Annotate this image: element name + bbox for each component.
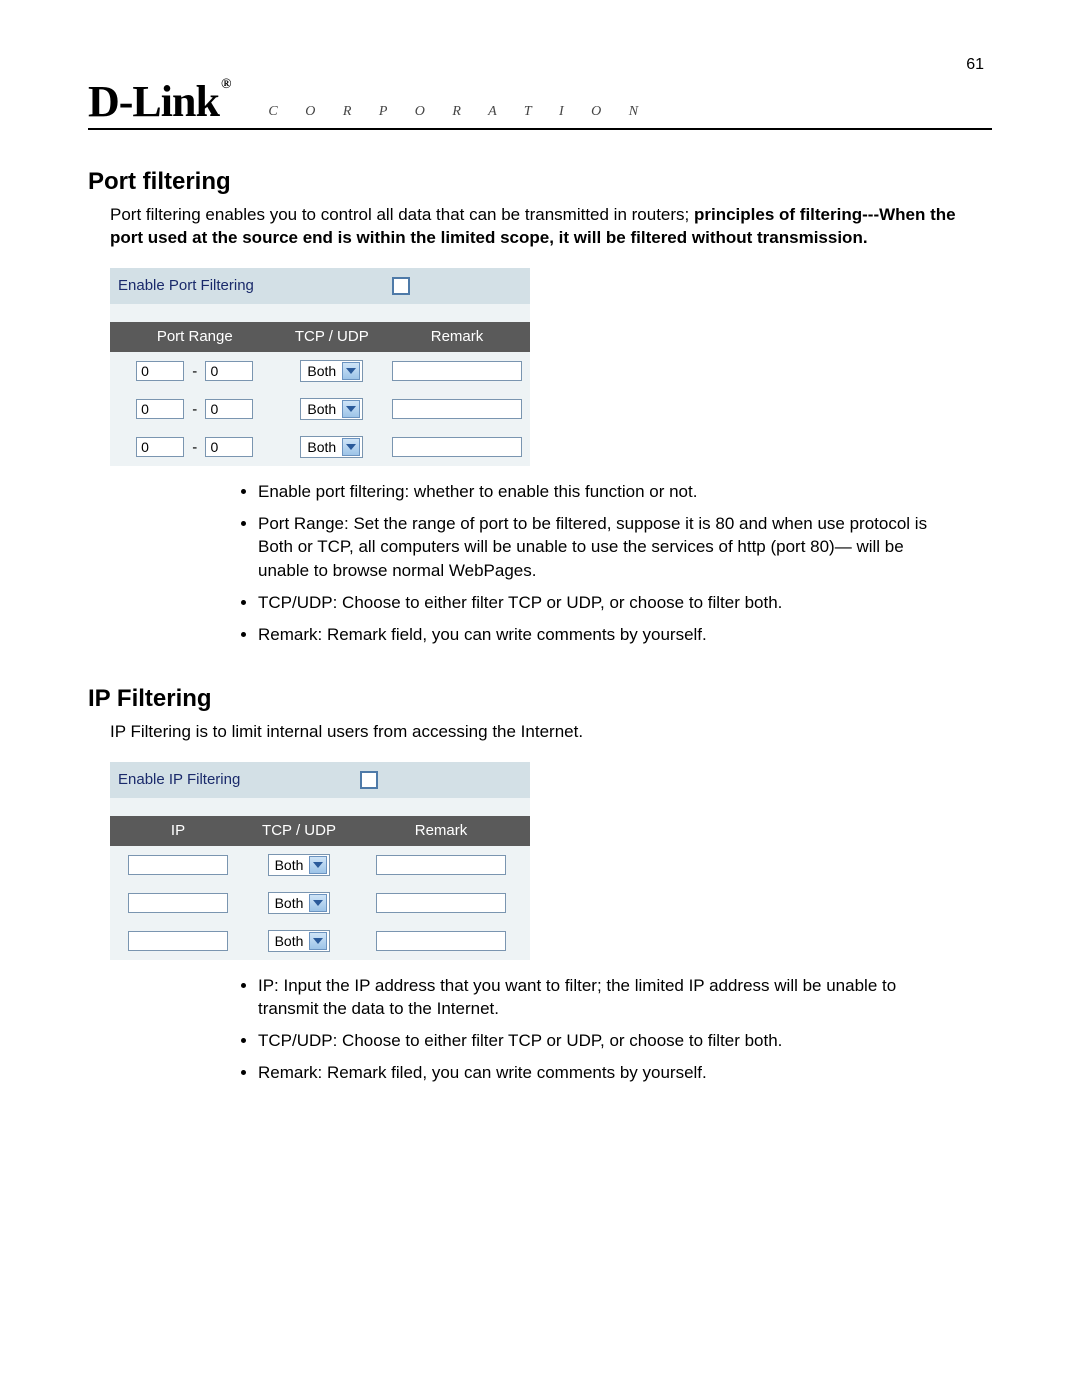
protocol-value: Both <box>275 933 304 949</box>
table-spacer <box>110 798 530 816</box>
ip-filtering-table: Enable IP Filtering IP TCP / UDP Remark … <box>110 762 530 960</box>
list-item: Remark: Remark filed, you can write comm… <box>258 1061 992 1085</box>
list-item: TCP/UDP: Choose to either filter TCP or … <box>258 1029 992 1053</box>
protocol-select[interactable]: Both <box>300 360 363 382</box>
port-filtering-heading: Port filtering <box>88 168 992 196</box>
table-row: - Both <box>110 428 530 466</box>
protocol-select[interactable]: Both <box>300 436 363 458</box>
range-separator: - <box>192 439 197 456</box>
table-row: Both <box>110 884 530 922</box>
remark-input[interactable] <box>376 893 506 913</box>
brand-subtitle: C O R P O R A T I O N <box>268 104 650 124</box>
col-remark: Remark <box>352 816 530 846</box>
ip-input[interactable] <box>128 893 228 913</box>
port-filtering-table: Enable Port Filtering Port Range TCP / U… <box>110 268 530 466</box>
port-filtering-intro-plain: Port filtering enables you to control al… <box>110 205 694 224</box>
protocol-value: Both <box>307 401 336 417</box>
table-row: Both <box>110 846 530 884</box>
table-row: - Both <box>110 352 530 390</box>
col-port-range: Port Range <box>110 322 280 352</box>
port-to-input[interactable] <box>205 437 253 457</box>
protocol-value: Both <box>275 857 304 873</box>
list-item: Remark: Remark field, you can write comm… <box>258 623 992 647</box>
list-item: IP: Input the IP address that you want t… <box>258 974 992 1022</box>
protocol-value: Both <box>307 363 336 379</box>
enable-port-filtering-checkbox[interactable] <box>392 277 410 295</box>
ip-filtering-intro: IP Filtering is to limit internal users … <box>110 721 992 744</box>
col-ip: IP <box>110 816 246 846</box>
table-row: - Both <box>110 390 530 428</box>
chevron-down-icon <box>309 894 327 912</box>
chevron-down-icon <box>309 856 327 874</box>
chevron-down-icon <box>342 438 360 456</box>
range-separator: - <box>192 401 197 418</box>
remark-input[interactable] <box>376 931 506 951</box>
remark-input[interactable] <box>392 361 522 381</box>
port-from-input[interactable] <box>136 437 184 457</box>
port-from-input[interactable] <box>136 361 184 381</box>
ip-input[interactable] <box>128 855 228 875</box>
brand-logo: D-Link® <box>88 80 228 124</box>
protocol-value: Both <box>275 895 304 911</box>
port-filtering-bullets: Enable port filtering: whether to enable… <box>88 480 992 647</box>
brand-header: D-Link® C O R P O R A T I O N <box>88 80 992 130</box>
chevron-down-icon <box>342 362 360 380</box>
enable-port-filtering-label: Enable Port Filtering <box>110 268 384 304</box>
protocol-select[interactable]: Both <box>268 930 331 952</box>
protocol-value: Both <box>307 439 336 455</box>
enable-ip-filtering-checkbox[interactable] <box>360 771 378 789</box>
protocol-select[interactable]: Both <box>268 892 331 914</box>
protocol-select[interactable]: Both <box>268 854 331 876</box>
port-to-input[interactable] <box>205 361 253 381</box>
enable-ip-filtering-label: Enable IP Filtering <box>110 762 352 798</box>
table-spacer <box>110 304 530 322</box>
header-divider <box>88 128 992 130</box>
list-item: Enable port filtering: whether to enable… <box>258 480 992 504</box>
port-filtering-intro: Port filtering enables you to control al… <box>110 204 992 250</box>
chevron-down-icon <box>309 932 327 950</box>
range-separator: - <box>192 363 197 380</box>
protocol-select[interactable]: Both <box>300 398 363 420</box>
port-from-input[interactable] <box>136 399 184 419</box>
col-remark: Remark <box>384 322 530 352</box>
ip-input[interactable] <box>128 931 228 951</box>
registered-mark-icon: ® <box>221 77 230 92</box>
col-tcp-udp: TCP / UDP <box>280 322 384 352</box>
remark-input[interactable] <box>392 399 522 419</box>
list-item: TCP/UDP: Choose to either filter TCP or … <box>258 591 992 615</box>
col-tcp-udp: TCP / UDP <box>246 816 352 846</box>
remark-input[interactable] <box>376 855 506 875</box>
list-item: Port Range: Set the range of port to be … <box>258 512 992 583</box>
port-to-input[interactable] <box>205 399 253 419</box>
page: 61 D-Link® C O R P O R A T I O N Port fi… <box>0 0 1080 1397</box>
table-row: Both <box>110 922 530 960</box>
brand-logo-text: D-Link <box>88 77 219 126</box>
chevron-down-icon <box>342 400 360 418</box>
remark-input[interactable] <box>392 437 522 457</box>
ip-filtering-heading: IP Filtering <box>88 685 992 713</box>
page-number: 61 <box>966 56 984 74</box>
ip-filtering-bullets: IP: Input the IP address that you want t… <box>88 974 992 1085</box>
